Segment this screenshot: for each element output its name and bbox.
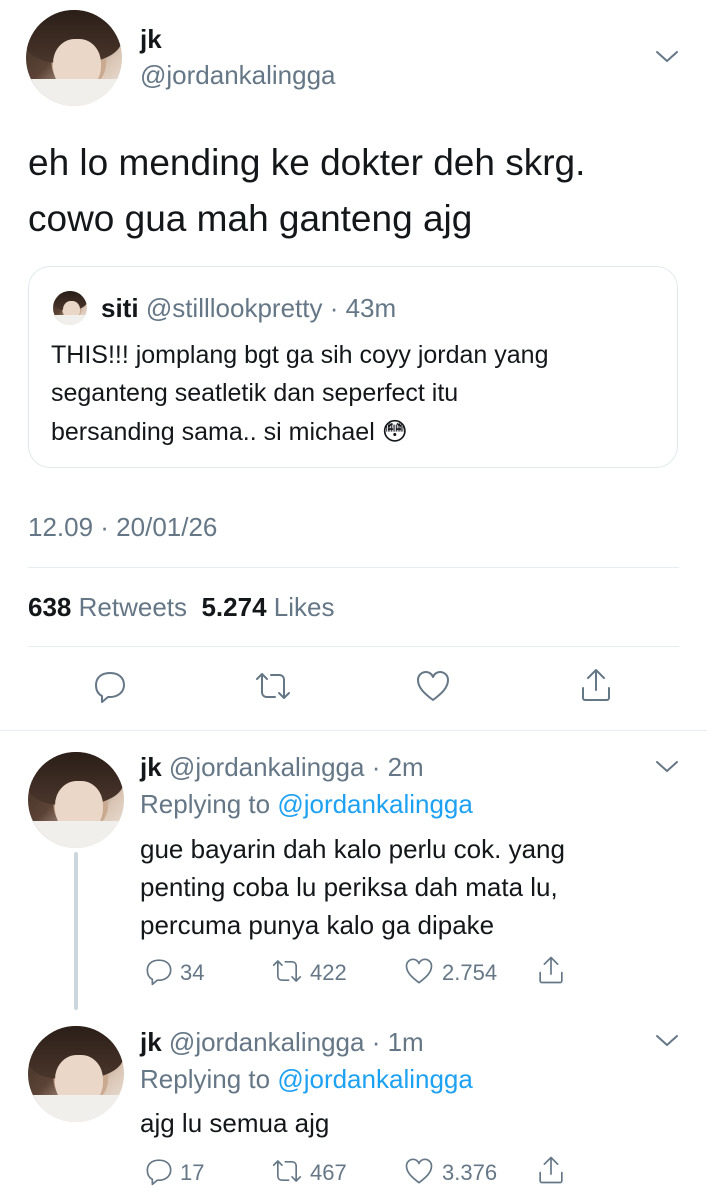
- heart-icon[interactable]: [403, 956, 435, 986]
- replying-handle-link[interactable]: @jordankalingga: [277, 789, 473, 819]
- tweet-text-line: eh lo mending ke dokter deh skrg.: [28, 142, 586, 183]
- quote-text-line: seganteng seatletik dan seperfect itu: [51, 379, 459, 407]
- retweet-icon[interactable]: [253, 668, 293, 704]
- thread-line: [74, 852, 78, 1010]
- chevron-down-icon[interactable]: [654, 756, 680, 776]
- replying-label: Replying to: [140, 1064, 271, 1094]
- share-icon[interactable]: [536, 1154, 566, 1186]
- avatar[interactable]: [28, 752, 124, 848]
- retweet-icon[interactable]: [270, 956, 304, 986]
- replying-handle-link[interactable]: @jordankalingga: [277, 1064, 473, 1094]
- divider: [28, 646, 679, 647]
- divider: [0, 730, 707, 731]
- reply-header: jk @jordankalingga · 2m: [140, 752, 424, 783]
- retweet-count: 467: [310, 1160, 347, 1185]
- quote-text-line: bersanding sama.. si michael 😳: [51, 418, 408, 446]
- avatar[interactable]: [26, 10, 122, 106]
- quote-text-line: THIS!!! jomplang bgt ga sih coyy jordan …: [51, 341, 549, 369]
- reply-count: 34: [180, 960, 205, 985]
- replying-to: Replying to @jordankalingga: [140, 789, 473, 820]
- display-name[interactable]: jk: [140, 752, 162, 782]
- reply-text-line: ajg lu semua ajg: [140, 1108, 330, 1138]
- display-name[interactable]: jk: [140, 24, 162, 55]
- like-count: 3.376: [442, 1160, 498, 1185]
- reply-count: 17: [180, 1160, 205, 1185]
- replying-to: Replying to @jordankalingga: [140, 1064, 473, 1095]
- reply-icon[interactable]: [92, 668, 128, 704]
- reply-icon[interactable]: [144, 1156, 174, 1186]
- retweet-label[interactable]: Retweets: [79, 592, 187, 622]
- reply-time: · 1m: [371, 1027, 424, 1057]
- chevron-down-icon[interactable]: [654, 1030, 680, 1050]
- heart-icon[interactable]: [414, 668, 452, 704]
- reply-time: · 2m: [371, 752, 424, 782]
- quote-time: · 43m: [329, 293, 397, 323]
- tweet-stats: 638 Retweets 5.274 Likes: [28, 592, 334, 623]
- like-label[interactable]: Likes: [274, 592, 335, 622]
- handle[interactable]: @jordankalingga: [169, 752, 365, 782]
- chevron-down-icon[interactable]: [654, 46, 680, 66]
- handle[interactable]: @jordankalingga: [140, 60, 336, 91]
- avatar: [53, 291, 87, 325]
- retweet-count[interactable]: 638: [28, 592, 71, 622]
- quote-display-name: siti: [101, 293, 139, 323]
- tweet-timestamp[interactable]: 12.09 · 20/01/26: [28, 512, 217, 543]
- divider: [28, 567, 679, 568]
- reply-text-line: gue bayarin dah kalo perlu cok. yang: [140, 834, 565, 864]
- retweet-icon[interactable]: [270, 1156, 304, 1186]
- reply-icon[interactable]: [144, 956, 174, 986]
- reply-text-line: percuma punya kalo ga dipake: [140, 910, 495, 940]
- like-count: 2.754: [442, 960, 498, 985]
- share-icon[interactable]: [536, 954, 566, 986]
- quote-handle: @stilllookpretty: [145, 293, 323, 323]
- heart-icon[interactable]: [403, 1156, 435, 1186]
- quote-tweet-card[interactable]: siti @stilllookpretty · 43m THIS!!! jomp…: [28, 266, 678, 468]
- like-count[interactable]: 5.274: [201, 592, 266, 622]
- avatar[interactable]: [28, 1026, 124, 1122]
- reply-text-line: penting coba lu periksa dah mata lu,: [140, 872, 558, 902]
- display-name[interactable]: jk: [140, 1027, 162, 1057]
- share-icon[interactable]: [578, 666, 614, 704]
- tweet-text-line: cowo gua mah ganteng ajg: [28, 198, 473, 239]
- replying-label: Replying to: [140, 789, 271, 819]
- retweet-count: 422: [310, 960, 347, 985]
- handle[interactable]: @jordankalingga: [169, 1027, 365, 1057]
- reply-header: jk @jordankalingga · 1m: [140, 1027, 424, 1058]
